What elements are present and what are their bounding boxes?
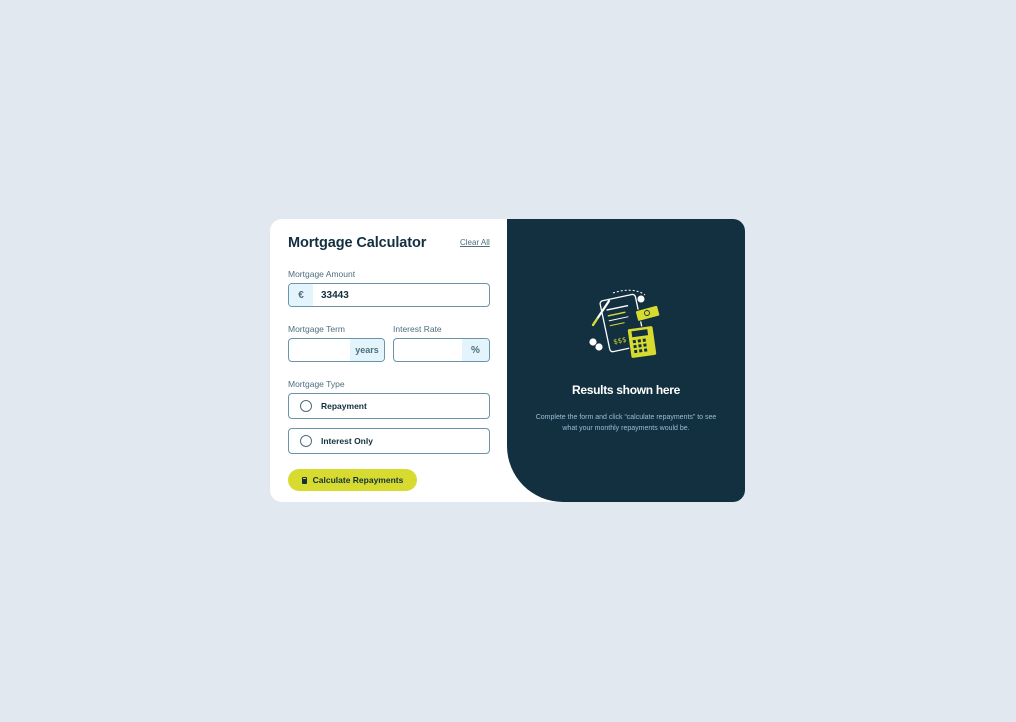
calculator-icon — [301, 476, 307, 484]
radio-option-repayment[interactable]: Repayment — [288, 393, 490, 419]
interest-rate-label: Interest Rate — [393, 324, 442, 334]
mortgage-type-label: Mortgage Type — [288, 379, 345, 389]
radio-circle-icon[interactable] — [300, 400, 312, 412]
mortgage-amount-label: Mortgage Amount — [288, 269, 356, 279]
form-panel: Mortgage Calculator Clear All Mortgage A… — [270, 219, 507, 502]
radio-circle-icon[interactable] — [300, 435, 312, 447]
interest-rate-input[interactable] — [394, 339, 462, 361]
clear-all-link[interactable]: Clear All — [460, 238, 490, 247]
percent-suffix: % — [462, 339, 489, 361]
results-description: Complete the form and click “calculate r… — [535, 414, 717, 432]
mortgage-amount-field[interactable]: € 33443 — [288, 283, 490, 307]
results-title: Results shown here — [572, 383, 680, 397]
mortgage-term-input[interactable] — [289, 339, 350, 361]
page-title: Mortgage Calculator — [288, 235, 427, 251]
years-suffix: years — [350, 339, 384, 361]
radio-label-interest-only: Interest Only — [321, 436, 373, 446]
euro-prefix: € — [289, 284, 313, 306]
mortgage-amount-input[interactable]: 33443 — [313, 284, 489, 306]
mortgage-term-label: Mortgage Term — [288, 324, 346, 334]
interest-rate-field[interactable]: % — [393, 338, 490, 362]
calculate-repayments-button[interactable]: Calculate Repayments — [288, 469, 417, 491]
calculate-repayments-label: Calculate Repayments — [312, 475, 404, 485]
empty-results-illustration: $$$ — [588, 289, 661, 359]
mortgage-term-field[interactable]: years — [288, 338, 385, 362]
radio-label-repayment: Repayment — [321, 401, 367, 411]
results-panel: $$$ Results shown here Complete the form… — [507, 219, 745, 502]
radio-option-interest-only[interactable]: Interest Only — [288, 428, 490, 454]
mortgage-calculator-card: Mortgage Calculator Clear All Mortgage A… — [270, 219, 745, 502]
